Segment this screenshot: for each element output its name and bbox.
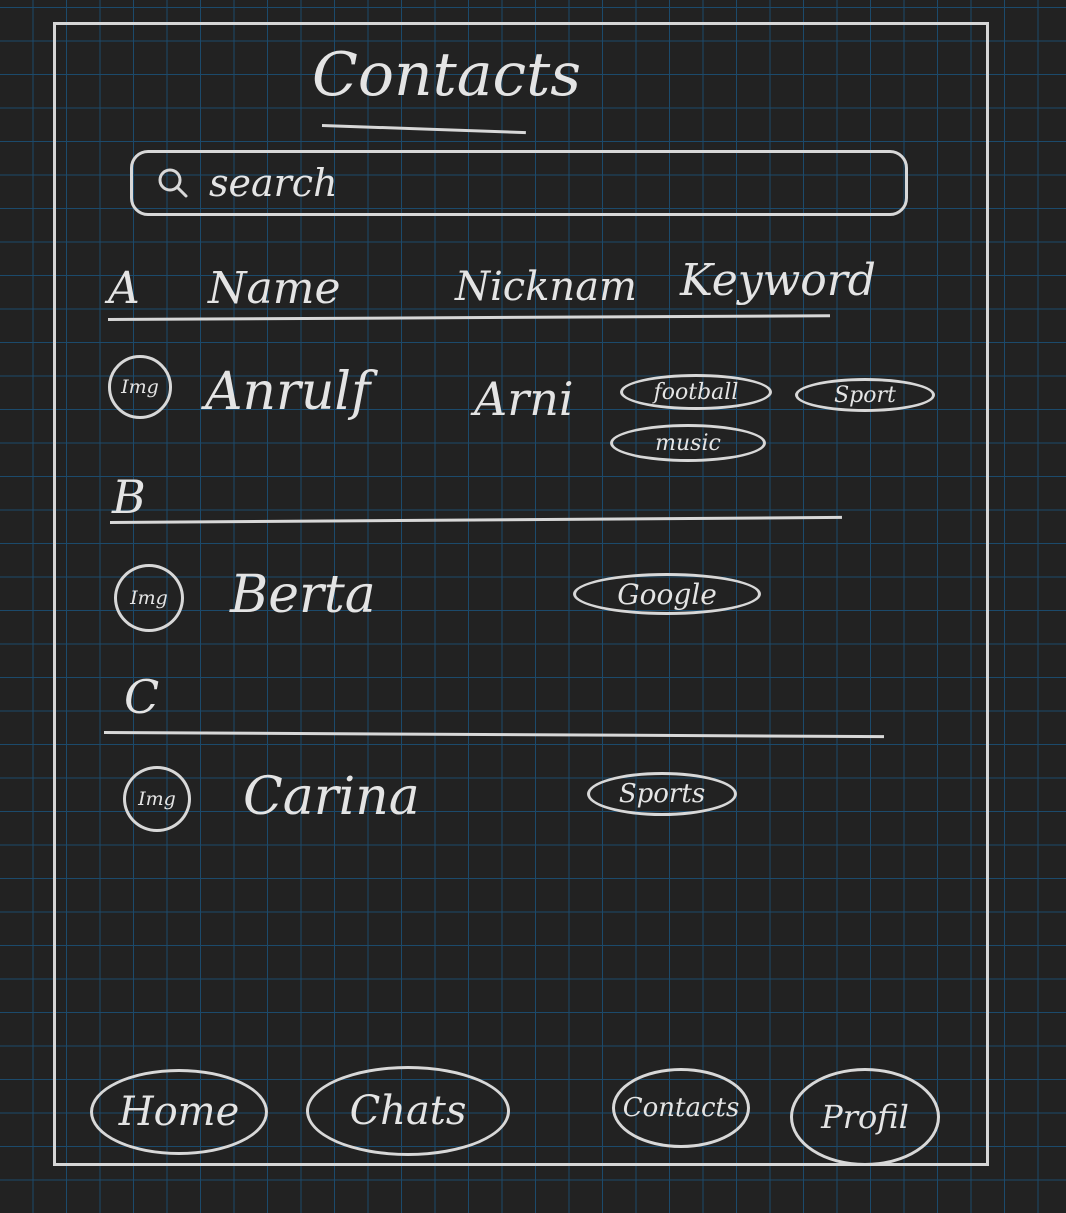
section-letter-c: C [124,670,160,724]
keyword-tag[interactable]: music [610,424,766,462]
avatar: Img [123,766,191,832]
contact-name[interactable]: Carina [243,767,420,827]
column-header-nickname: Nicknam [455,264,637,310]
section-letter-b: B [112,470,146,524]
section-letter-a: A [108,263,140,314]
keyword-tag[interactable]: Google [573,573,761,615]
nav-home-button[interactable]: Home [90,1069,268,1155]
contact-name[interactable]: Anrulf [205,362,370,422]
avatar-label: Img [121,376,159,398]
column-header-name: Name [208,263,341,314]
search-placeholder: search [209,161,338,205]
column-header-keyword: Keyword [680,255,876,306]
page-title: Contacts [312,40,582,110]
keyword-tag[interactable]: Sport [795,378,935,412]
avatar: Img [114,564,184,632]
avatar: Img [108,355,172,419]
contact-nickname: Arni [474,372,574,426]
search-input[interactable]: search [130,150,908,216]
search-icon [158,168,188,198]
contact-name[interactable]: Berta [230,565,376,625]
avatar-label: Img [138,788,176,810]
avatar-label: Img [130,587,168,609]
keyword-tag[interactable]: Sports [587,772,737,816]
nav-profile-button[interactable]: Profil [790,1068,940,1166]
nav-chats-button[interactable]: Chats [306,1066,510,1156]
keyword-tag[interactable]: football [620,374,772,410]
nav-contacts-button[interactable]: Contacts [612,1068,750,1148]
